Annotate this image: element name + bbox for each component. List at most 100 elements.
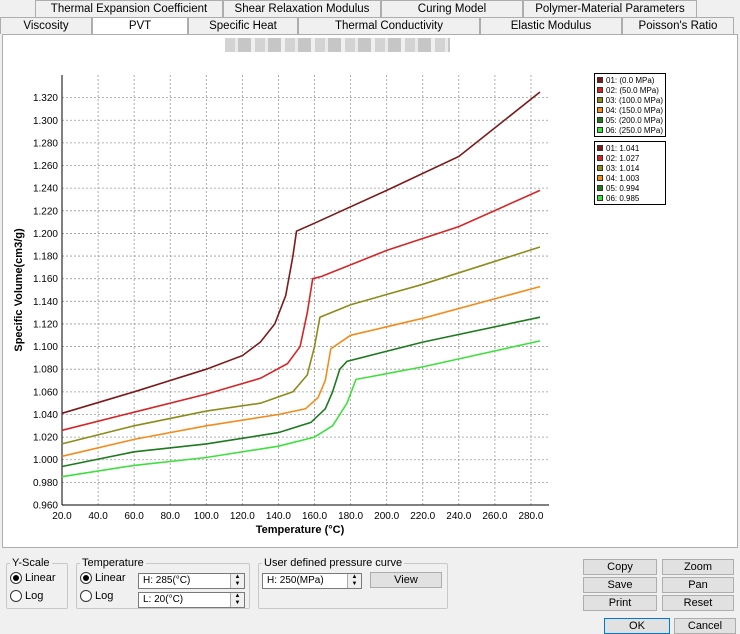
cancel-button[interactable]: Cancel — [674, 618, 736, 634]
series-line-01 — [61, 91, 541, 415]
x-tick-label: 280.0 — [518, 511, 543, 522]
legend-item: 06: 0.985 — [597, 193, 663, 203]
legend-values: 01: 1.041 02: 1.027 03: 1.014 04: 1.003 05: … — [594, 141, 666, 205]
legend-label: 03: (100.0 MPa) — [605, 95, 663, 105]
legend-swatch — [597, 77, 603, 83]
spinner-arrows-icon[interactable]: ▲ ▼ — [347, 574, 361, 588]
x-tick-label: 240.0 — [446, 511, 471, 522]
radio-dot — [80, 590, 92, 602]
legend-item: 03: (100.0 MPa) — [597, 95, 663, 105]
y-tick-label: 1.260 — [33, 161, 58, 172]
series-lines — [61, 91, 541, 478]
radio-dot — [10, 590, 22, 602]
y-tick-label: 1.020 — [33, 433, 58, 444]
x-tick-label: 60.0 — [124, 511, 144, 522]
legend-swatch — [597, 155, 603, 161]
x-tick-label: 20.0 — [52, 511, 72, 522]
pressure-spinner[interactable]: H: 250(MPa) ▲ ▼ — [262, 573, 362, 589]
reset-button[interactable]: Reset — [662, 595, 734, 611]
copy-button[interactable]: Copy — [583, 559, 657, 575]
x-tick-label: 40.0 — [88, 511, 108, 522]
legend-swatch — [597, 127, 603, 133]
legend-label: 06: (250.0 MPa) — [605, 125, 663, 135]
x-tick-label: 80.0 — [160, 511, 180, 522]
pressure-curve-label: User defined pressure curve — [262, 557, 405, 569]
temperature-low-spinner[interactable]: L: 20(°C) ▲ ▼ — [138, 592, 245, 608]
y-tick-label: 1.320 — [33, 93, 58, 104]
y-tick-label: 1.200 — [33, 229, 58, 240]
radio-dot — [80, 572, 92, 584]
x-tick-label: 120.0 — [230, 511, 255, 522]
radio-label: Log — [25, 590, 44, 602]
radio-label: Log — [95, 590, 114, 602]
legend-item: 04: 1.003 — [597, 173, 663, 183]
pan-button[interactable]: Pan — [662, 577, 734, 593]
legend-item: 04: (150.0 MPa) — [597, 105, 663, 115]
legend-label: 04: 1.003 — [606, 173, 640, 183]
series-line-04 — [61, 285, 541, 458]
grid — [62, 75, 549, 505]
print-button[interactable]: Print — [583, 595, 657, 611]
y-tick-label: 1.000 — [33, 455, 58, 466]
y-tick-label: 1.140 — [33, 297, 58, 308]
temperature-label: Temperature — [80, 557, 146, 569]
y-tick-label: 1.040 — [33, 410, 58, 421]
x-tick-label: 260.0 — [482, 511, 507, 522]
y-tick-label: 1.180 — [33, 252, 58, 263]
temperature-log-radio[interactable]: Log — [80, 590, 113, 602]
legend-swatch — [597, 87, 603, 93]
legend-item: 03: 1.014 — [597, 163, 663, 173]
legend-item: 02: (50.0 MPa) — [597, 85, 663, 95]
legend-label: 01: (0.0 MPa) — [606, 75, 655, 85]
legend-item: 05: (200.0 MPa) — [597, 115, 663, 125]
legend-label: 01: 1.041 — [606, 143, 640, 153]
x-axis-label: Temperature (°C) — [256, 524, 345, 536]
zoom-button[interactable]: Zoom — [662, 559, 734, 575]
legend-label: 04: (150.0 MPa) — [605, 105, 663, 115]
legend-swatch — [597, 97, 603, 103]
y-tick-label: 1.220 — [33, 206, 58, 217]
series-line-06 — [61, 340, 541, 478]
spinner-arrows-icon[interactable]: ▲ ▼ — [230, 593, 244, 607]
legend-swatch — [597, 175, 603, 181]
radio-dot — [10, 572, 22, 584]
legend-item: 06: (250.0 MPa) — [597, 125, 663, 135]
y-tick-label: 1.160 — [33, 274, 58, 285]
legend-swatch — [597, 195, 603, 201]
y-tick-label: 1.080 — [33, 365, 58, 376]
x-tick-label: 160.0 — [302, 511, 327, 522]
legend-item: 02: 1.027 — [597, 153, 663, 163]
radio-label: Linear — [25, 572, 56, 584]
temperature-linear-radio[interactable]: Linear — [80, 572, 126, 584]
y-tick-label: 1.060 — [33, 387, 58, 398]
spinner-value: H: 285(°C) — [143, 575, 191, 586]
legend-label: 02: 1.027 — [606, 153, 640, 163]
yscale-group — [6, 563, 68, 609]
yscale-linear-radio[interactable]: Linear — [10, 572, 56, 584]
save-button[interactable]: Save — [583, 577, 657, 593]
legend-swatch — [597, 117, 603, 123]
y-tick-label: 1.100 — [33, 342, 58, 353]
spinner-value: L: 20(°C) — [143, 594, 184, 605]
spinner-arrows-icon[interactable]: ▲ ▼ — [230, 574, 244, 588]
legend-item: 01: (0.0 MPa) — [597, 75, 663, 85]
view-button[interactable]: View — [370, 572, 442, 588]
legend-label: 02: (50.0 MPa) — [606, 85, 659, 95]
x-ticks: 20.0 40.0 60.0 80.0 100.0 120.0 140.0 160.0 180.… — [52, 511, 544, 522]
temperature-high-spinner[interactable]: H: 285(°C) ▲ ▼ — [138, 573, 245, 589]
y-tick-label: 1.240 — [33, 184, 58, 195]
legend-label: 05: (200.0 MPa) — [605, 115, 663, 125]
legend-item: 05: 0.994 — [597, 183, 663, 193]
legend-swatch — [597, 165, 603, 171]
x-tick-label: 180.0 — [338, 511, 363, 522]
legend-swatch — [597, 107, 603, 113]
yscale-log-radio[interactable]: Log — [10, 590, 43, 602]
legend-swatch — [597, 185, 603, 191]
x-tick-label: 140.0 — [266, 511, 291, 522]
y-tick-label: 1.280 — [33, 138, 58, 149]
ok-button[interactable]: OK — [604, 618, 670, 634]
axes — [61, 75, 549, 506]
radio-label: Linear — [95, 572, 126, 584]
y-tick-label: 0.980 — [33, 478, 58, 489]
x-tick-label: 200.0 — [374, 511, 399, 522]
